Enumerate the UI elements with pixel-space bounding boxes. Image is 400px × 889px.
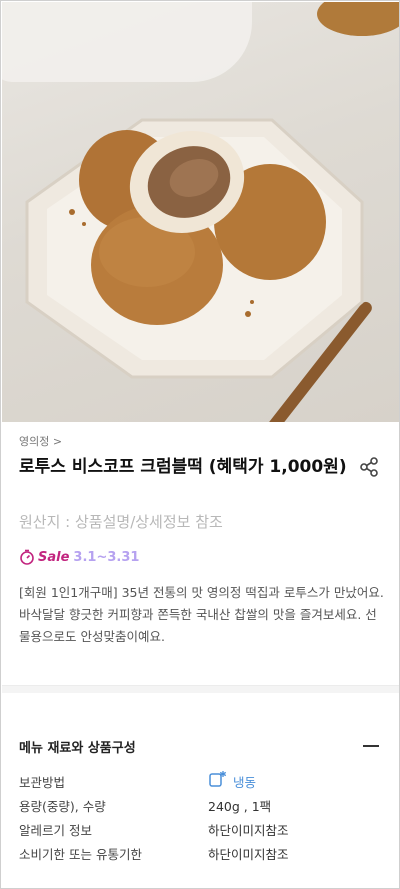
timer-icon <box>20 549 34 565</box>
product-page: 영의정 > 로투스 비스코프 크럼블떡 (혜택가 1,000원) 원산지 : 상… <box>0 0 400 889</box>
sale-period: 3.1~3.31 <box>73 549 140 565</box>
sale-badge: Sale 3.1~3.31 <box>19 547 139 567</box>
origin-text: 원산지 : 상품설명/상세정보 참조 <box>19 513 223 531</box>
menu-section-title[interactable]: 메뉴 재료와 상품구성 <box>19 737 136 756</box>
allergy-value: 하단이미지참조 <box>208 823 289 838</box>
product-title: 로투스 비스코프 크럼블떡 (혜택가 1,000원) <box>19 457 347 477</box>
product-photo-illustration <box>25 2 399 422</box>
freezer-icon <box>209 771 226 787</box>
expiry-label: 소비기한 또는 유통기한 <box>19 847 142 862</box>
sale-label: Sale <box>38 549 70 565</box>
storage-label: 보관방법 <box>19 775 66 790</box>
brand-link[interactable]: 영의정 > <box>19 433 62 449</box>
product-image[interactable] <box>2 2 399 422</box>
allergy-label: 알레르기 정보 <box>19 823 92 838</box>
product-description: [회원 1인1개구매] 35년 전통의 맛 영의정 떡집과 로투스가 만났어요.… <box>19 585 384 644</box>
share-icon[interactable] <box>358 456 380 478</box>
expiry-value: 하단이미지참조 <box>208 847 289 862</box>
section-divider <box>2 685 399 693</box>
volume-value: 240g , 1팩 <box>208 799 272 814</box>
minus-icon[interactable] <box>363 745 379 747</box>
storage-value: 냉동 <box>233 775 257 790</box>
volume-label: 용량(중량), 수량 <box>19 799 106 814</box>
